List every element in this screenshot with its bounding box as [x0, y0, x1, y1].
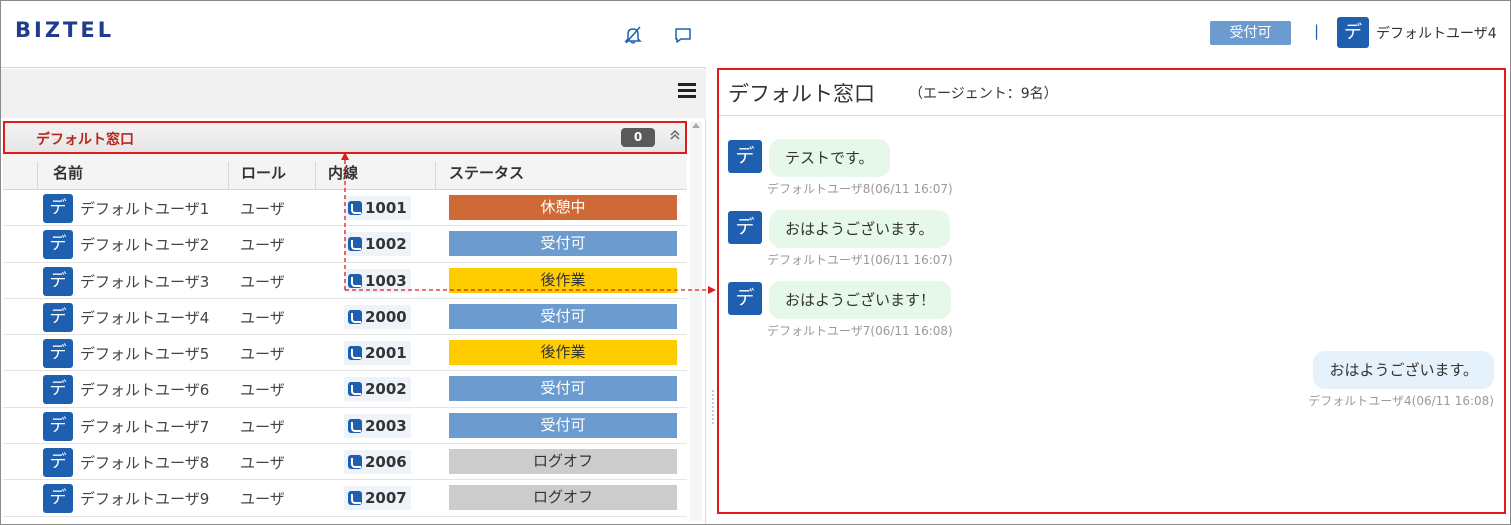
annotation-arrow [341, 152, 716, 294]
